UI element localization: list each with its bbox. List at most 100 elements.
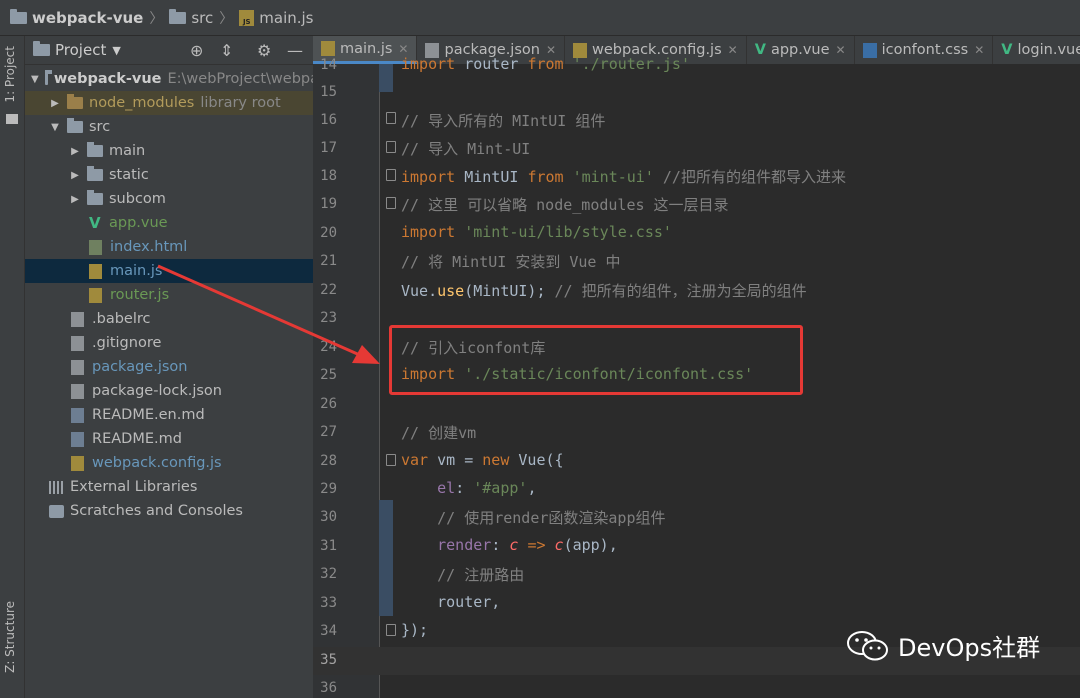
folder-icon (44, 70, 53, 85)
tree-node-static[interactable]: ▶ static (25, 163, 357, 187)
folder-icon (87, 190, 103, 205)
tree-node-webpack-vue[interactable]: ▼ webpack-vue E:\webProject\webpa (25, 67, 319, 91)
close-icon[interactable]: ✕ (836, 43, 846, 57)
node-path: E:\webProject\webpa (167, 71, 320, 87)
tree-node-src[interactable]: ▼ src (25, 115, 337, 139)
tree-node-webpack-config[interactable]: webpack.config.js (25, 451, 359, 475)
json-file-icon (71, 383, 84, 399)
close-icon[interactable]: ✕ (974, 43, 984, 57)
folder-icon (10, 8, 27, 24)
node-label: Scratches and Consoles (70, 503, 243, 519)
fold-marker-icon[interactable] (386, 197, 396, 209)
tool-tab-project[interactable]: 1: Project (3, 46, 17, 103)
fold-marker-icon[interactable] (386, 454, 396, 466)
js-file-icon (71, 455, 84, 471)
chevron-down-icon[interactable]: ▼ (31, 74, 39, 85)
tree-node-package-json[interactable]: package.json (25, 355, 359, 379)
json-file-icon (71, 359, 84, 375)
code-line: var vm = new Vue({ (401, 451, 564, 469)
tree-node-gitignore[interactable]: .gitignore (25, 331, 359, 355)
code-line: // 这里 可以省略 node_modules 这一层目录 (401, 196, 729, 214)
code-line: render: c => c(app), (437, 536, 618, 554)
annotation-highlight-box (389, 325, 803, 395)
tree-node-main[interactable]: ▶ main (25, 139, 357, 163)
chevron-down-icon[interactable]: ▼ (112, 44, 120, 57)
tree-node-babelrc[interactable]: .babelrc (25, 307, 359, 331)
node-label: main (109, 143, 146, 159)
code-line: el: '#app', (437, 479, 537, 497)
tree-node-subcom[interactable]: ▶ subcom (25, 187, 357, 211)
breadcrumb-label: src (191, 8, 214, 27)
config-file-icon (71, 311, 84, 327)
node-label: webpack-vue (53, 71, 162, 87)
watermark: DevOps社群 (846, 628, 1040, 663)
chevron-right-icon[interactable]: ▶ (69, 170, 81, 181)
node-label: README.en.md (92, 407, 205, 423)
project-view-selector[interactable]: Project (55, 41, 106, 59)
node-label: .babelrc (92, 311, 151, 327)
tab-app-vue[interactable]: V app.vue ✕ (747, 36, 855, 64)
tab-label: app.vue (770, 42, 830, 58)
fold-marker-icon[interactable] (386, 169, 396, 181)
chevron-right-icon[interactable]: ▶ (69, 194, 81, 205)
line-number: 31 (320, 538, 337, 554)
chevron-right-icon: 〉 (219, 10, 234, 27)
left-tool-strip: 1: Project Z: Structure (0, 36, 25, 698)
markdown-file-icon (71, 407, 84, 423)
fold-marker-icon[interactable] (386, 141, 396, 153)
node-label: app.vue (109, 215, 168, 231)
code-line: // 创建vm (401, 424, 477, 442)
minimize-icon[interactable]: — (287, 41, 303, 60)
tree-node-external-libraries[interactable]: External Libraries (25, 475, 337, 499)
node-label: router.js (110, 287, 170, 303)
tree-node-readme[interactable]: README.md (25, 427, 359, 451)
node-label: src (89, 119, 111, 135)
line-number: 28 (320, 453, 337, 469)
close-icon[interactable]: ✕ (398, 42, 408, 56)
project-panel: Project ▼ ⊕ ⇕ ⚙ — ▼ webpack-vue E:\webPr… (25, 36, 377, 698)
code-line: // 使用render函数渲染app组件 (437, 509, 666, 527)
project-view-icon (33, 41, 50, 56)
tree-node-package-lock-json[interactable]: package-lock.json (25, 379, 359, 403)
fold-marker-icon[interactable] (386, 624, 396, 636)
folder-icon (87, 142, 103, 157)
code-line: // 将 MintUI 安装到 Vue 中 (401, 253, 621, 271)
breadcrumb-item-src[interactable]: src 〉 (169, 8, 239, 28)
tree-node-readme-en[interactable]: README.en.md (25, 403, 359, 427)
js-file-icon (89, 287, 102, 303)
line-number: 23 (320, 310, 337, 326)
code-line: import router from './router.js' (401, 55, 690, 73)
chevron-down-icon[interactable]: ▼ (49, 122, 61, 133)
line-number: 22 (320, 282, 337, 298)
close-icon[interactable]: ✕ (728, 43, 738, 57)
vue-file-icon: V (1001, 42, 1013, 58)
fold-marker-icon[interactable] (386, 112, 396, 124)
node-label: node_modules (89, 95, 195, 111)
chevron-right-icon[interactable]: ▶ (49, 98, 61, 109)
tree-node-scratches[interactable]: Scratches and Consoles (25, 499, 337, 523)
line-number: 33 (320, 595, 337, 611)
chevron-right-icon[interactable]: ▶ (69, 146, 81, 157)
line-number: 20 (320, 225, 337, 241)
vue-file-icon: V (89, 214, 101, 232)
code-line: import MintUI from 'mint-ui' //把所有的组件都导入… (401, 168, 846, 186)
breadcrumb-item-project[interactable]: webpack-vue 〉 (0, 8, 169, 28)
locate-icon[interactable]: ⊕ (190, 41, 203, 60)
line-number: 32 (320, 566, 337, 582)
html-file-icon (89, 239, 102, 255)
breadcrumb-item-file[interactable]: main.js (239, 8, 314, 27)
tool-tab-structure[interactable]: Z: Structure (3, 601, 17, 673)
collapse-all-icon[interactable]: ⇕ (220, 41, 233, 60)
line-number: 29 (320, 481, 337, 497)
code-line: // 导入所有的 MIntUI 组件 (401, 112, 606, 130)
tab-label: login.vue (1017, 42, 1080, 58)
tree-node-node-modules[interactable]: ▶ node_modules library root (25, 91, 337, 115)
tab-login-vue[interactable]: V login.vue (993, 36, 1080, 64)
line-number: 15 (320, 84, 337, 100)
line-number: 36 (320, 680, 337, 696)
config-file-icon (71, 335, 84, 351)
breadcrumb-label: main.js (259, 8, 314, 27)
gear-icon[interactable]: ⚙ (257, 41, 271, 60)
watermark-text: DevOps社群 (898, 634, 1041, 662)
tab-iconfont-css[interactable]: iconfont.css ✕ (855, 36, 994, 64)
